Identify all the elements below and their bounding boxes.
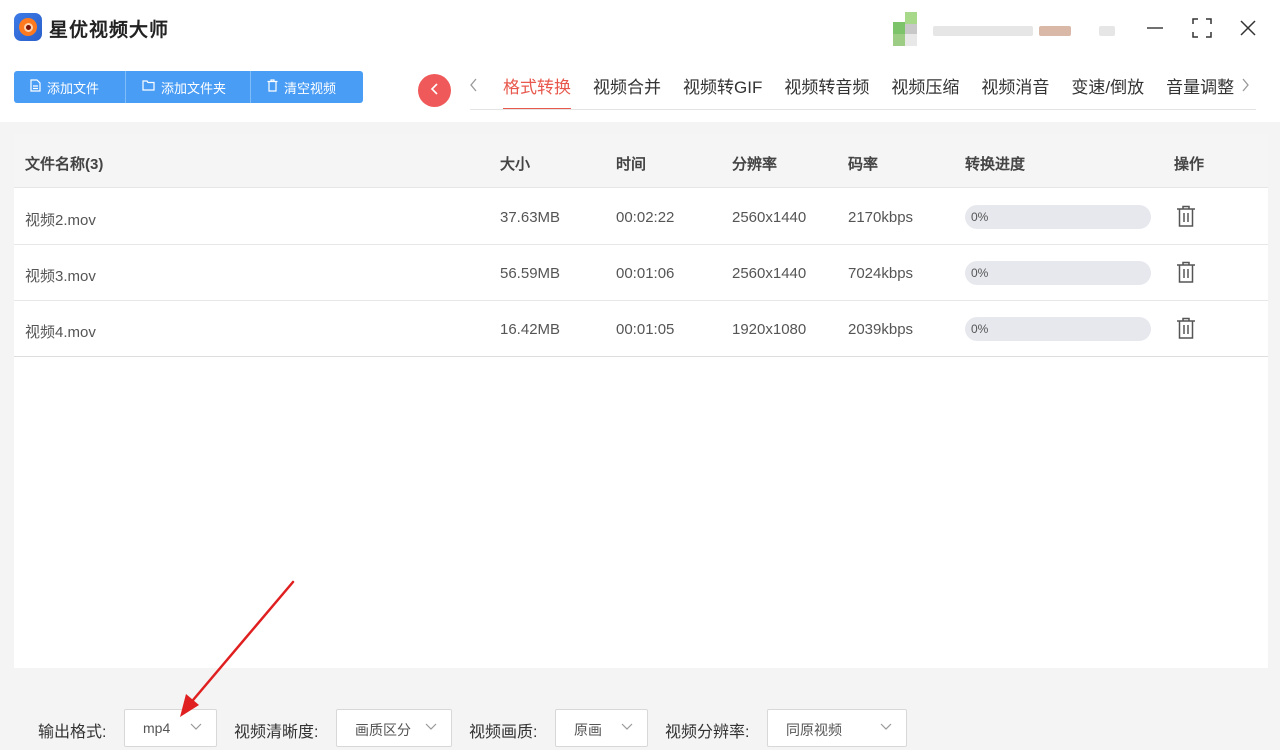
delete-icon[interactable] [1176,317,1196,339]
video-quality-label: 视频画质: [469,724,538,741]
cell-resolution: 2560x1440 [732,209,807,226]
cell-bitrate: 2039kbps [848,321,914,338]
chevron-down-icon [880,719,892,735]
delete-icon[interactable] [1176,205,1196,227]
minimize-icon[interactable] [1141,14,1169,42]
tab-video-mute[interactable]: 视频消音 [970,74,1060,110]
file-toolbar: 添加文件 添加文件夹 清空视频 [14,71,363,103]
tab-format-convert[interactable]: 格式转换 [492,74,582,110]
tab-speed-reverse[interactable]: 变速/倒放 [1060,74,1155,110]
chevron-down-icon [190,719,202,735]
video-clarity-label: 视频清晰度: [234,724,319,741]
table-row[interactable]: 视频4.mov 16.42MB 00:01:05 1920x1080 2039k… [14,301,1268,357]
add-file-label: 添加文件 [47,80,100,96]
video-resolution-value: 同原视频 [786,722,842,738]
delete-icon[interactable] [1176,261,1196,283]
username-blur [933,26,1033,36]
output-format-label: 输出格式: [38,724,107,741]
cell-bitrate: 7024kbps [848,265,914,282]
video-resolution-label: 视频分辨率: [665,724,750,741]
header-file-name: 文件名称(3) [25,156,104,173]
add-folder-button[interactable]: 添加文件夹 [126,71,251,103]
video-resolution-select[interactable]: 同原视频 [767,709,907,747]
folder-icon [142,80,155,94]
output-format-value: mp4 [143,720,171,736]
app-logo-icon [14,13,42,41]
cell-duration: 00:01:05 [616,321,675,338]
cell-duration: 00:02:22 [616,209,675,226]
output-format-select[interactable]: mp4 [124,709,217,747]
tabs-divider [470,109,1256,110]
output-options-bar: 输出格式: mp4 视频清晰度: 画质区分 视频画质: 原画 视频分辨率: 同原… [0,682,1280,750]
table-header: 文件名称(3) 大小 时间 分辨率 码率 转换进度 操作 [14,134,1268,188]
cell-file-name: 视频4.mov [25,324,96,341]
user-account-area[interactable] [893,12,1123,46]
title-bar: 星优视频大师 [0,0,1280,56]
progress-bar: 0% [965,261,1151,285]
cell-duration: 00:01:06 [616,265,675,282]
cell-size: 56.59MB [500,265,561,282]
progress-text: 0% [971,322,989,336]
user-badge-blur [1039,26,1071,36]
cell-file-name: 视频3.mov [25,268,96,285]
cell-bitrate: 2170kbps [848,209,914,226]
chevron-down-icon [425,719,437,735]
add-folder-label: 添加文件夹 [161,80,227,96]
table-row[interactable]: 视频2.mov 37.63MB 00:02:22 2560x1440 2170k… [14,189,1268,245]
video-quality-value: 原画 [574,722,602,738]
table-row[interactable]: 视频3.mov 56.59MB 00:01:06 2560x1440 7024k… [14,245,1268,301]
clear-videos-button[interactable]: 清空视频 [251,71,363,103]
header-duration: 时间 [616,156,647,173]
app-title: 星优视频大师 [49,20,170,41]
tab-video-to-audio[interactable]: 视频转音频 [773,74,880,110]
header-bitrate: 码率 [848,156,879,173]
cell-size: 37.63MB [500,209,561,226]
cell-resolution: 2560x1440 [732,265,807,282]
back-button[interactable] [418,74,451,107]
feature-tabs: 格式转换 视频合并 视频转GIF 视频转音频 视频压缩 视频消音 变速/倒放 音… [492,74,1245,110]
add-file-button[interactable]: 添加文件 [14,71,126,103]
header-action: 操作 [1174,156,1205,173]
progress-bar: 0% [965,205,1151,229]
video-quality-select[interactable]: 原画 [555,709,648,747]
progress-text: 0% [971,266,989,280]
cell-file-name: 视频2.mov [25,212,96,229]
clear-videos-label: 清空视频 [284,80,337,96]
close-icon[interactable] [1234,14,1262,42]
video-clarity-value: 画质区分 [355,722,411,738]
cell-size: 16.42MB [500,321,561,338]
user-extra-blur [1099,26,1115,36]
tab-volume-adjust[interactable]: 音量调整 [1155,74,1245,110]
file-icon [30,79,41,95]
avatar[interactable] [893,12,927,46]
tab-video-compress[interactable]: 视频压缩 [880,74,970,110]
cell-resolution: 1920x1080 [732,321,807,338]
header-resolution: 分辨率 [732,156,778,173]
file-table: 文件名称(3) 大小 时间 分辨率 码率 转换进度 操作 视频2.mov 37.… [14,134,1268,668]
tab-scroll-right-icon[interactable] [1241,78,1249,97]
header-progress: 转换进度 [965,156,1026,173]
trash-icon [267,79,278,95]
chevron-down-icon [621,719,633,735]
maximize-icon[interactable] [1188,14,1216,42]
progress-bar: 0% [965,317,1151,341]
tab-video-to-gif[interactable]: 视频转GIF [672,74,773,110]
header-size: 大小 [500,156,531,173]
video-clarity-select[interactable]: 画质区分 [336,709,452,747]
chevron-left-icon [430,82,440,100]
tab-scroll-left-icon[interactable] [470,78,478,97]
progress-text: 0% [971,210,989,224]
tab-video-merge[interactable]: 视频合并 [582,74,672,110]
